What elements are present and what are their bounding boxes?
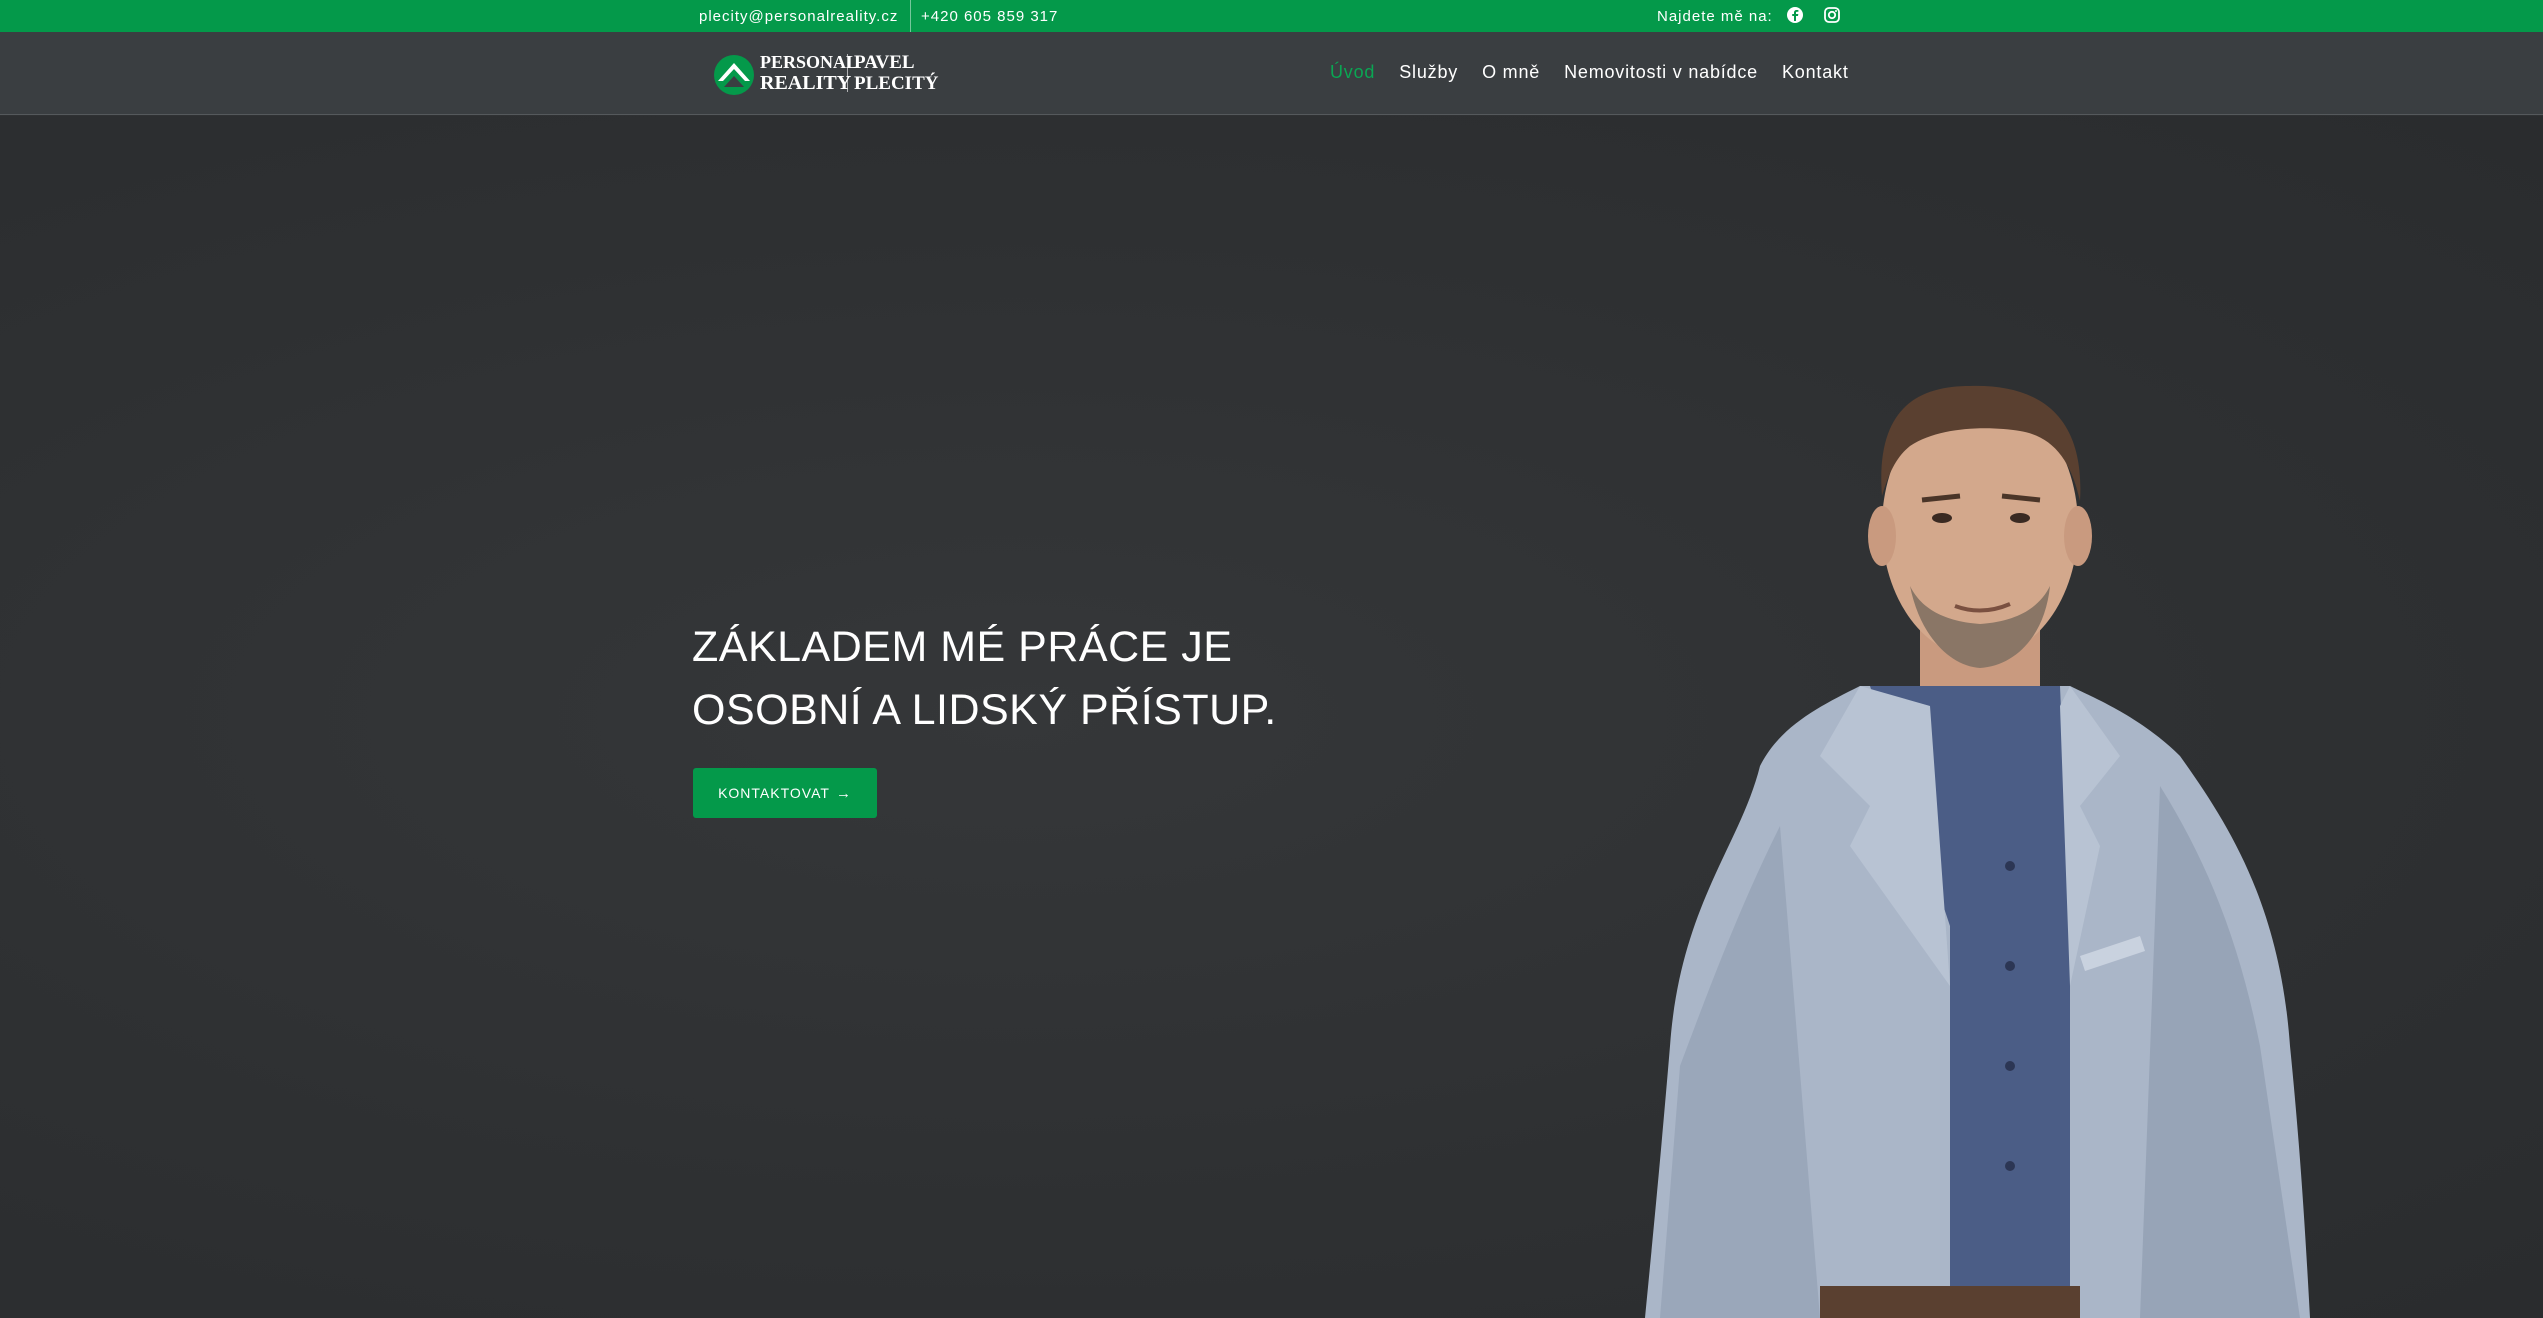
agent-portrait — [1645, 385, 2310, 1318]
top-contact-bar: plecity@personalreality.cz +420 605 859 … — [0, 0, 2543, 32]
phone-link[interactable]: +420 605 859 317 — [921, 8, 1058, 25]
contact-button-label: KONTAKTOVAT — [718, 785, 830, 801]
find-me-label: Najdete mě na: — [1657, 8, 1773, 25]
main-nav: Úvod Služby O mně Nemovitosti v nabídce … — [1330, 62, 1873, 83]
nav-item-nemovitosti[interactable]: Nemovitosti v nabídce — [1564, 62, 1758, 83]
hero-headline: ZÁKLADEM MÉ PRÁCE JE OSOBNÍ A LIDSKÝ PŘÍ… — [692, 616, 1277, 742]
logo-line1: PERSONAL — [760, 52, 859, 72]
site-logo[interactable]: PERSONAL REALITY PAVEL PLECITÝ — [712, 49, 938, 99]
logo-name2: PLECITÝ — [854, 73, 939, 94]
instagram-icon[interactable] — [1823, 6, 1841, 24]
email-link[interactable]: plecity@personalreality.cz — [699, 8, 898, 25]
hero-section: ZÁKLADEM MÉ PRÁCE JE OSOBNÍ A LIDSKÝ PŘÍ… — [0, 116, 2543, 1318]
nav-item-uvod[interactable]: Úvod — [1330, 62, 1375, 83]
logo-roof-icon — [714, 55, 754, 95]
logo-divider — [847, 54, 848, 92]
arrow-right-icon: → — [835, 784, 852, 802]
hero-headline-line2: OSOBNÍ A LIDSKÝ PŘÍSTUP. — [692, 686, 1277, 734]
hero-headline-line1: ZÁKLADEM MÉ PRÁCE JE — [692, 623, 1233, 671]
nav-item-o-mne[interactable]: O mně — [1482, 62, 1540, 83]
contact-button[interactable]: KONTAKTOVAT → — [693, 768, 877, 818]
logo-name1: PAVEL — [854, 52, 915, 73]
facebook-icon[interactable] — [1786, 6, 1804, 24]
logo-person-name: PAVEL PLECITÝ — [854, 52, 938, 94]
topbar-divider — [910, 0, 911, 32]
site-header: PERSONAL REALITY PAVEL PLECITÝ Úvod Služ… — [0, 32, 2543, 115]
logo-line2: REALITY — [760, 72, 852, 94]
logo-company-name: PERSONAL REALITY — [760, 52, 858, 94]
nav-item-kontakt[interactable]: Kontakt — [1782, 62, 1849, 83]
nav-item-sluzby[interactable]: Služby — [1399, 62, 1458, 83]
